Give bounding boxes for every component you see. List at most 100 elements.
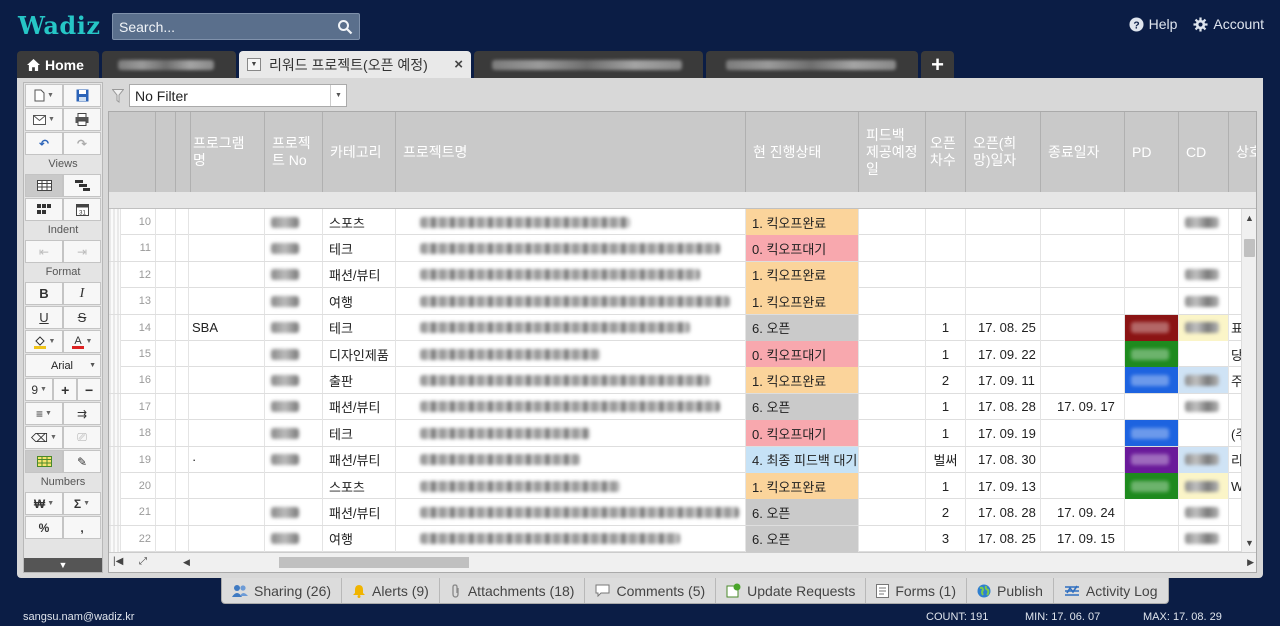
cell-open-round[interactable]: 1 <box>926 341 966 367</box>
cell-category[interactable]: 테크 <box>323 314 396 341</box>
cell-cd[interactable] <box>1179 288 1229 315</box>
cell-pd[interactable] <box>1125 420 1179 447</box>
cell-end-date[interactable] <box>1041 288 1125 315</box>
cell-feedback-date[interactable] <box>859 261 926 288</box>
panel-tab-sharing[interactable]: Sharing (26) <box>222 578 343 603</box>
cell-category[interactable]: 디자인제품 <box>323 341 396 367</box>
header-cd[interactable]: CD <box>1179 112 1229 192</box>
vertical-scroll-thumb[interactable] <box>1244 239 1255 257</box>
app-logo[interactable]: Wadiz <box>18 11 100 40</box>
table-row[interactable]: 10 스포츠 1. 킥오프완료 <box>109 209 1242 236</box>
scroll-right-icon[interactable]: ▶ <box>1247 557 1254 568</box>
percent-button[interactable]: % <box>25 516 63 539</box>
cell-program[interactable] <box>186 499 265 526</box>
cell-open-date[interactable]: 17. 08. 28 <box>966 393 1041 420</box>
cell-open-date[interactable] <box>966 209 1041 235</box>
search-input[interactable] <box>113 14 328 39</box>
cell-project-name[interactable] <box>396 209 746 235</box>
cell-project-no[interactable] <box>265 261 323 288</box>
cell-status[interactable]: 6. 오픈 <box>746 393 859 420</box>
strikethrough-button[interactable]: S <box>63 306 101 329</box>
row-drag-handle[interactable] <box>109 473 121 499</box>
cell-pd[interactable] <box>1125 367 1179 394</box>
cell-cd[interactable] <box>1179 261 1229 288</box>
currency-button[interactable]: ₩ ▼ <box>25 492 63 515</box>
row-drag-handle[interactable] <box>109 499 121 526</box>
cell-open-round[interactable]: 2 <box>926 367 966 394</box>
tab-active-sheet[interactable]: ▼ 리워드 프로젝트(오픈 예정) × <box>239 51 471 78</box>
cell-project-name[interactable] <box>396 393 746 420</box>
cell-end-date[interactable] <box>1041 473 1125 499</box>
increase-size-button[interactable]: + <box>53 378 78 401</box>
cell-cd[interactable] <box>1179 314 1229 341</box>
cell-attachment[interactable] <box>156 314 176 341</box>
new-sheet-button[interactable]: ▼ <box>25 84 63 107</box>
cell-open-round[interactable]: 3 <box>926 525 966 552</box>
scroll-first-icon[interactable]: |◀ <box>113 556 123 567</box>
cell-cd[interactable] <box>1179 446 1229 473</box>
cell-open-date[interactable]: 17. 09. 13 <box>966 473 1041 499</box>
cell-feedback-date[interactable] <box>859 393 926 420</box>
cell-status[interactable]: 6. 오픈 <box>746 525 859 552</box>
cell-program[interactable] <box>186 525 265 552</box>
cell-attachment[interactable] <box>156 367 176 394</box>
cell-pd[interactable] <box>1125 499 1179 526</box>
cell-pd[interactable] <box>1125 314 1179 341</box>
cell-cd[interactable] <box>1179 420 1229 447</box>
table-row[interactable]: 14 SBA 테크 6. 오픈 1 17. 08. 25 표 <box>109 314 1242 341</box>
cell-project-no[interactable] <box>265 314 323 341</box>
cell-category[interactable]: 테크 <box>323 235 396 262</box>
sum-button[interactable]: Σ ▼ <box>63 492 101 515</box>
cell-category[interactable]: 패션/뷰티 <box>323 499 396 526</box>
cell-program[interactable] <box>186 261 265 288</box>
close-icon[interactable]: × <box>454 56 463 73</box>
vertical-scrollbar[interactable]: ▲ ▼ <box>1241 209 1256 552</box>
cell-open-round[interactable] <box>926 209 966 235</box>
header-open-round[interactable]: 오픈차수 <box>926 112 966 192</box>
cell-pd[interactable] <box>1125 393 1179 420</box>
bold-button[interactable]: B <box>25 282 63 305</box>
cell-category[interactable]: 스포츠 <box>323 209 396 235</box>
cell-program[interactable] <box>186 209 265 235</box>
cell-program[interactable] <box>186 288 265 315</box>
row-drag-handle[interactable] <box>109 288 121 315</box>
grid-view-button[interactable] <box>25 174 63 197</box>
table-row[interactable]: 22 여행 6. 오픈 3 17. 08. 25 17. 09. 15 <box>109 525 1242 552</box>
table-row[interactable]: 19 · 패션/뷰티 4. 최종 피드백 대기 벌써 17. 08. 30 리 <box>109 446 1242 473</box>
cell-end-date[interactable] <box>1041 314 1125 341</box>
cell-program[interactable] <box>186 393 265 420</box>
cell-status[interactable]: 1. 킥오프완료 <box>746 288 859 315</box>
row-drag-handle[interactable] <box>109 420 121 447</box>
email-button[interactable]: ▼ <box>25 108 63 131</box>
cell-attachment[interactable] <box>156 341 176 367</box>
table-row[interactable]: 11 테크 0. 킥오프대기 <box>109 235 1242 262</box>
header-status[interactable]: 현 진행상태 <box>746 112 859 192</box>
cell-open-round[interactable] <box>926 235 966 262</box>
cell-pd[interactable] <box>1125 473 1179 499</box>
cell-end-date[interactable]: 17. 09. 24 <box>1041 499 1125 526</box>
cell-end-date[interactable] <box>1041 341 1125 367</box>
cell-open-date[interactable] <box>966 288 1041 315</box>
cell-project-name[interactable] <box>396 420 746 447</box>
cell-open-round[interactable] <box>926 261 966 288</box>
header-feedback-date[interactable]: 피드백 제공예정일 <box>859 112 926 192</box>
cell-attachment[interactable] <box>156 525 176 552</box>
wrap-text-button[interactable]: ⇉ <box>63 402 101 425</box>
fill-color-button[interactable]: ▼ <box>25 330 63 353</box>
cell-attachment[interactable] <box>156 288 176 315</box>
cell-open-date[interactable]: 17. 09. 19 <box>966 420 1041 447</box>
cell-project-name[interactable] <box>396 446 746 473</box>
row-drag-handle[interactable] <box>109 235 121 262</box>
cell-project-no[interactable] <box>265 393 323 420</box>
cell-status[interactable]: 1. 킥오프완료 <box>746 209 859 235</box>
header-program[interactable]: 프로그램명 <box>186 112 265 192</box>
cell-end-date[interactable] <box>1041 367 1125 394</box>
cell-open-date[interactable]: 17. 08. 25 <box>966 525 1041 552</box>
cell-project-name[interactable] <box>396 261 746 288</box>
cell-end-date[interactable] <box>1041 209 1125 235</box>
cell-status[interactable]: 6. 오픈 <box>746 499 859 526</box>
table-row[interactable]: 12 패션/뷰티 1. 킥오프완료 <box>109 261 1242 289</box>
cell-attachment[interactable] <box>156 446 176 473</box>
cell-cd[interactable] <box>1179 473 1229 499</box>
tab-dropdown-icon[interactable]: ▼ <box>247 58 261 71</box>
